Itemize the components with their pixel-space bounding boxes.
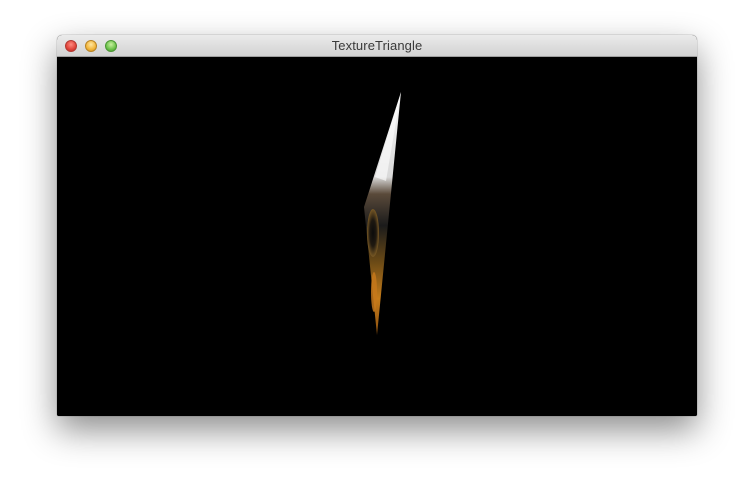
render-canvas[interactable] bbox=[57, 57, 697, 416]
app-window: TextureTriangle bbox=[57, 35, 697, 416]
triangle-highlight bbox=[375, 92, 401, 181]
texture-detail bbox=[367, 209, 379, 257]
title-bar[interactable]: TextureTriangle bbox=[57, 35, 697, 57]
window-title: TextureTriangle bbox=[331, 38, 423, 53]
texture-accent bbox=[371, 272, 377, 312]
textured-triangle-graphic bbox=[364, 92, 401, 335]
desktop: TextureTriangle bbox=[0, 0, 754, 496]
